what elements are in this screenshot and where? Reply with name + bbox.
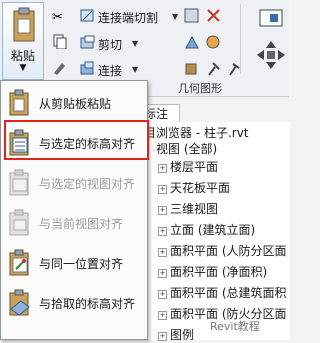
geometry-group-label: 几何图形 bbox=[178, 82, 222, 95]
expand-icon[interactable]: + bbox=[158, 206, 167, 215]
tree-item[interactable]: + 面积平面 (人防分区面 bbox=[158, 242, 287, 259]
clipboard-same-place-icon bbox=[9, 249, 29, 276]
tree-item-label: 楼层平面 bbox=[170, 160, 219, 174]
cut-label[interactable]: 剪切 bbox=[98, 36, 122, 53]
watermark: Revit教程 bbox=[210, 320, 260, 333]
tree-item[interactable]: + 立面 (建筑立面) bbox=[158, 221, 255, 238]
tree-item-label: 立面 (建筑立面) bbox=[170, 223, 256, 237]
tree-item[interactable]: + 三维视图 bbox=[158, 200, 218, 217]
tree-root[interactable]: 视图 (全部) bbox=[156, 140, 217, 157]
copy-icon[interactable] bbox=[52, 34, 67, 49]
paste-label: 粘贴 bbox=[10, 49, 35, 63]
cut-geometry-label[interactable]: 连接端切割 bbox=[98, 9, 158, 26]
split-face-icon[interactable] bbox=[184, 35, 199, 50]
clipboard-pick-level-icon bbox=[9, 289, 30, 316]
cut-geometry-icon[interactable] bbox=[80, 8, 95, 23]
clipboard-views-icon bbox=[9, 169, 29, 196]
menu-item-align-same-place[interactable]: 与同一位置对齐 bbox=[1, 243, 147, 283]
paste-button[interactable]: 粘贴 ▼ bbox=[2, 2, 44, 80]
move-icon[interactable] bbox=[256, 40, 286, 70]
tree-item[interactable]: + 面积平面 (总建筑面积 bbox=[158, 284, 287, 301]
chevron-down-icon[interactable]: ▼ bbox=[172, 12, 178, 21]
expand-icon[interactable]: + bbox=[158, 290, 167, 299]
chevron-down-icon: ▼ bbox=[19, 63, 27, 73]
menu-item-label: 与当前视图对齐 bbox=[39, 217, 124, 231]
paint-icon[interactable] bbox=[184, 61, 199, 76]
clipboard-icon bbox=[13, 7, 35, 42]
tree-item-label: 面积平面 (总建筑面积 bbox=[170, 286, 287, 300]
demolish-icon[interactable] bbox=[206, 8, 221, 23]
menu-item-paste-from-clipboard[interactable]: 从剪贴板粘贴 bbox=[1, 83, 147, 123]
menu-item-align-current-view[interactable]: 与当前视图对齐 bbox=[1, 203, 147, 243]
expand-icon[interactable]: + bbox=[158, 185, 167, 194]
remove-paint-icon[interactable] bbox=[206, 35, 221, 50]
menu-item-label: 与同一位置对齐 bbox=[39, 257, 124, 271]
expand-icon[interactable]: + bbox=[158, 269, 167, 278]
expand-icon[interactable]: + bbox=[158, 227, 167, 236]
tree-item[interactable]: + 面积平面 (净面积) bbox=[158, 263, 267, 280]
chevron-down-icon[interactable]: ▼ bbox=[132, 39, 138, 48]
wall-join-icon[interactable] bbox=[184, 8, 199, 23]
clipboard-current-view-icon bbox=[9, 209, 29, 236]
menu-item-align-picked-level[interactable]: 与拾取的标高对齐 bbox=[1, 283, 147, 323]
menu-item-align-selected-views[interactable]: 与选定的视图对齐 bbox=[1, 163, 147, 203]
chevron-down-icon[interactable]: ▼ bbox=[132, 65, 138, 74]
tree-item[interactable]: + 楼层平面 bbox=[158, 158, 218, 175]
menu-item-label: 与选定的视图对齐 bbox=[39, 177, 136, 191]
tree-item-label: 面积平面 (净面积) bbox=[170, 265, 268, 279]
tree-item-label: 面积平面 (人防分区面 bbox=[170, 244, 287, 258]
tree-item[interactable]: + 图例 bbox=[158, 326, 194, 343]
join-label[interactable]: 连接 bbox=[98, 62, 122, 79]
cut-icon[interactable] bbox=[80, 35, 95, 50]
scissors-icon[interactable]: ✂ bbox=[52, 8, 67, 23]
svg-text:✂: ✂ bbox=[52, 10, 63, 23]
tree-item-label: 天花板平面 bbox=[170, 181, 231, 195]
expand-icon[interactable]: + bbox=[158, 248, 167, 257]
tree-root-label: 视图 (全部) bbox=[156, 142, 218, 156]
pin-icon[interactable] bbox=[206, 61, 221, 76]
menu-item-label: 从剪贴板粘贴 bbox=[39, 97, 112, 111]
menu-item-label: 与拾取的标高对齐 bbox=[39, 297, 136, 311]
join-icon[interactable] bbox=[80, 61, 95, 76]
align-icon[interactable] bbox=[258, 6, 286, 30]
tree-item[interactable]: + 天花板平面 bbox=[158, 179, 230, 196]
clipboard-icon bbox=[9, 89, 29, 116]
tree-item-label: 三维视图 bbox=[170, 202, 219, 216]
project-browser-title: 目浏览器 - 柱子.rvt bbox=[144, 126, 249, 140]
expand-icon[interactable]: + bbox=[158, 164, 167, 173]
highlight-box bbox=[4, 120, 149, 160]
ribbon-separator bbox=[240, 4, 241, 74]
match-properties-icon[interactable] bbox=[52, 60, 67, 75]
paste-dropdown-menu: 从剪贴板粘贴 与选定的标高对齐 与选定的视图对齐 与当前视图对齐 与同一位置对齐… bbox=[0, 80, 148, 340]
hammer-icon[interactable] bbox=[226, 61, 241, 76]
expand-icon[interactable]: + bbox=[158, 311, 167, 320]
